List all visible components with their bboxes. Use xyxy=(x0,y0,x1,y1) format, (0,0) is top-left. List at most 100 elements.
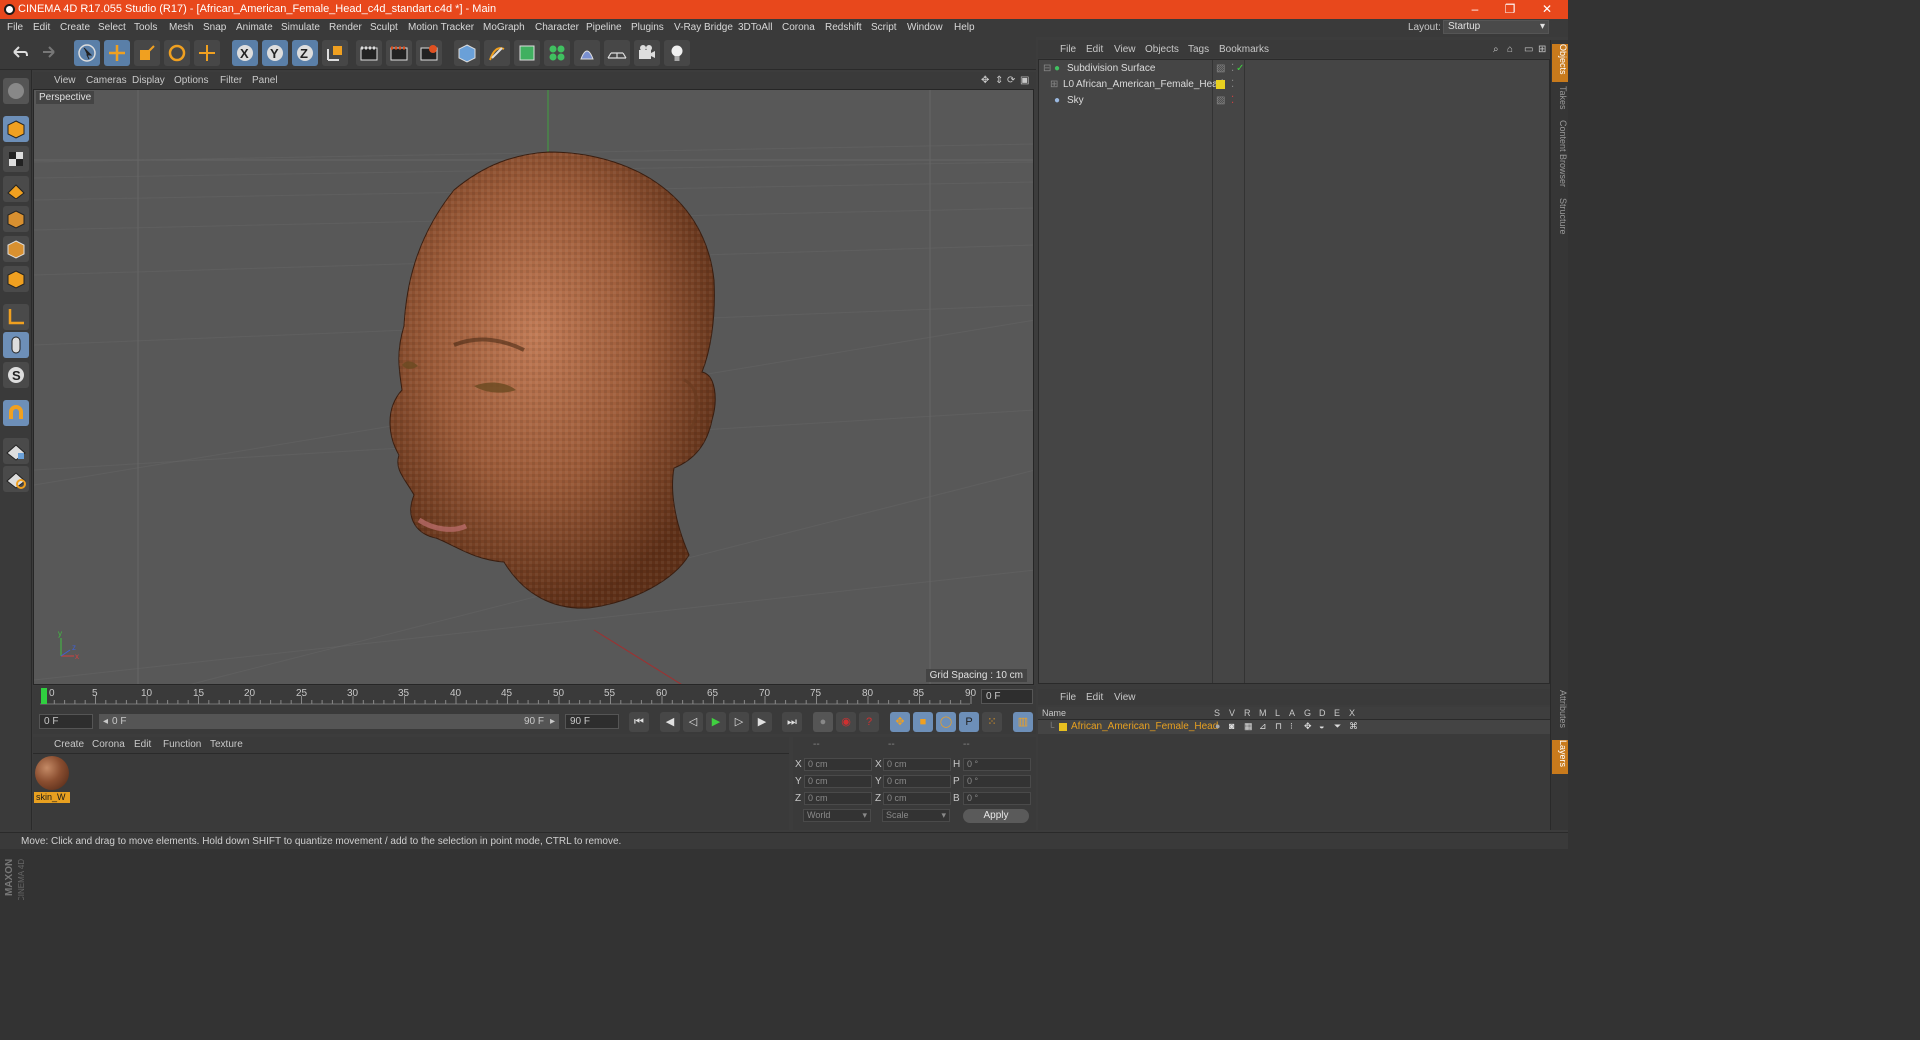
menu-character[interactable]: Character xyxy=(535,22,579,33)
menu-redshift[interactable]: Redshift xyxy=(825,22,862,33)
size-z-field[interactable]: 0 cm xyxy=(883,792,951,805)
apply-button[interactable]: Apply xyxy=(963,809,1029,823)
next-key-button[interactable]: ▶ xyxy=(752,712,772,732)
coordinate-system-button[interactable] xyxy=(322,40,348,66)
magnet-tool-button[interactable] xyxy=(3,400,29,426)
position-y-field[interactable]: 0 cm xyxy=(804,775,872,788)
size-x-field[interactable]: 0 cm xyxy=(883,758,951,771)
layer-color-swatch[interactable] xyxy=(1059,723,1067,731)
deformer-button[interactable] xyxy=(574,40,600,66)
object-menu-file[interactable]: File xyxy=(1060,44,1076,55)
layer-menu-file[interactable]: File xyxy=(1060,692,1076,703)
view-toggle-icon[interactable]: ◙ xyxy=(1229,721,1234,731)
go-to-end-button[interactable]: ⏭ xyxy=(782,712,802,732)
object-row[interactable]: ⊞ L0 African_American_Female_Head ⁚ xyxy=(1039,77,1549,93)
visibility-dots-icon[interactable]: ⁚ xyxy=(1231,95,1234,106)
viewport-zoom-icon[interactable]: ⇕ xyxy=(995,75,1003,86)
material-menu-function[interactable]: Function xyxy=(163,739,201,750)
solo-toggle-icon[interactable]: ● xyxy=(1215,721,1220,731)
material-menu-create[interactable]: Create xyxy=(54,739,84,750)
expand-icon[interactable]: ⊞ xyxy=(1538,44,1546,55)
undo-button[interactable] xyxy=(6,40,32,66)
viewport-maximize-icon[interactable]: ▣ xyxy=(1020,75,1029,86)
deformer-toggle-icon[interactable]: ◒ xyxy=(1319,721,1324,731)
previous-key-button[interactable]: ◀ xyxy=(660,712,680,732)
menu-file[interactable]: File xyxy=(7,22,23,33)
tab-attributes[interactable]: Attributes xyxy=(1552,690,1568,738)
planar-workplane-button[interactable] xyxy=(3,466,29,492)
floor-button[interactable] xyxy=(604,40,630,66)
menu-3dtoall[interactable]: 3DToAll xyxy=(738,22,772,33)
redo-button[interactable] xyxy=(36,40,62,66)
menu-script[interactable]: Script xyxy=(871,22,897,33)
y-axis-lock[interactable]: Y xyxy=(262,40,288,66)
autokeying-button[interactable]: ◉ xyxy=(836,712,856,732)
minimize-button[interactable]: – xyxy=(1460,0,1490,19)
viewport-rotate-icon[interactable]: ⟳ xyxy=(1007,75,1015,86)
xref-toggle-icon[interactable]: ⌘ xyxy=(1349,721,1358,732)
size-y-field[interactable]: 0 cm xyxy=(883,775,951,788)
current-frame-field[interactable]: 0 F xyxy=(981,689,1033,704)
search-icon[interactable]: ⌕ xyxy=(1493,44,1499,55)
position-x-field[interactable]: 0 cm xyxy=(804,758,872,771)
viewport-menu-cameras[interactable]: Cameras xyxy=(86,75,127,86)
scale-tool[interactable] xyxy=(134,40,160,66)
record-active-objects-button[interactable]: ● xyxy=(813,712,833,732)
menu-edit[interactable]: Edit xyxy=(33,22,50,33)
tab-content-browser[interactable]: Content Browser xyxy=(1552,120,1568,192)
tab-structure[interactable]: Structure xyxy=(1552,198,1568,242)
polygons-mode-button[interactable] xyxy=(3,266,29,292)
play-forward-button[interactable]: ▶ xyxy=(706,712,726,732)
layout-dropdown[interactable]: Startup ▾ xyxy=(1443,20,1549,34)
object-menu-view[interactable]: View xyxy=(1114,44,1136,55)
edges-mode-button[interactable] xyxy=(3,236,29,262)
menu-vray-bridge[interactable]: V-Ray Bridge xyxy=(674,22,733,33)
locked-workplane-button[interactable] xyxy=(3,438,29,464)
keyframe-selection-button[interactable]: ? xyxy=(859,712,879,732)
menu-tools[interactable]: Tools xyxy=(134,22,157,33)
object-menu-edit[interactable]: Edit xyxy=(1086,44,1103,55)
camera-button[interactable] xyxy=(634,40,660,66)
menu-pipeline[interactable]: Pipeline xyxy=(586,22,622,33)
spline-pen-button[interactable] xyxy=(484,40,510,66)
lock-toggle-icon[interactable]: ⊓ xyxy=(1275,721,1282,732)
render-toggle-icon[interactable]: ▦ xyxy=(1244,721,1253,732)
material-swatch[interactable]: skin_W xyxy=(33,754,73,804)
key-scale-button[interactable]: ■ xyxy=(913,712,933,732)
viewport-menu-display[interactable]: Display xyxy=(132,75,165,86)
viewport-menu-options[interactable]: Options xyxy=(174,75,208,86)
rotation-p-field[interactable]: 0 ° xyxy=(963,775,1031,788)
menu-sculpt[interactable]: Sculpt xyxy=(370,22,398,33)
object-row[interactable]: ⊟ ● Subdivision Surface ▨ ⁚ ✓ xyxy=(1039,61,1549,77)
layer-menu-view[interactable]: View xyxy=(1114,692,1136,703)
enable-axis-button[interactable] xyxy=(3,304,29,330)
object-menu-objects[interactable]: Objects xyxy=(1145,44,1179,55)
z-axis-lock[interactable]: Z xyxy=(292,40,318,66)
key-parameter-button[interactable]: P xyxy=(959,712,979,732)
recent-tool[interactable] xyxy=(194,40,220,66)
render-to-picture-viewer-button[interactable] xyxy=(386,40,412,66)
end-frame-field[interactable]: 90 F xyxy=(565,714,619,729)
collapse-icon[interactable]: ⊟ xyxy=(1043,63,1051,74)
layer-color-swatch[interactable] xyxy=(1216,80,1225,89)
new-view-icon[interactable]: ▭ xyxy=(1524,44,1533,55)
home-icon[interactable]: ⌂ xyxy=(1507,44,1513,55)
layer-row[interactable]: └ African_American_Female_Head ● ◙ ▦ ⊿ ⊓… xyxy=(1038,720,1550,734)
viewport-menu-view[interactable]: View xyxy=(54,75,76,86)
layer-menu-edit[interactable]: Edit xyxy=(1086,692,1103,703)
workplane-mode-button[interactable] xyxy=(3,176,29,202)
timeline-ruler[interactable]: 0 5 10 15 20 25 30 35 40 45 50 55 60 65 … xyxy=(33,686,1036,710)
menu-render[interactable]: Render xyxy=(329,22,362,33)
material-menu-texture[interactable]: Texture xyxy=(210,739,243,750)
animation-toggle-icon[interactable]: ⁝ xyxy=(1290,721,1293,732)
menu-simulate[interactable]: Simulate xyxy=(281,22,320,33)
menu-help[interactable]: Help xyxy=(954,22,975,33)
cube-object-button[interactable] xyxy=(454,40,480,66)
menu-select[interactable]: Select xyxy=(98,22,126,33)
light-button[interactable] xyxy=(664,40,690,66)
rotate-tool[interactable] xyxy=(164,40,190,66)
key-pla-button[interactable]: ⁙ xyxy=(982,712,1002,732)
live-selection-tool[interactable] xyxy=(74,40,100,66)
3d-viewport[interactable]: y x z Perspective Grid Spacing : 10 cm xyxy=(33,89,1034,685)
generator-toggle-icon[interactable]: ✥ xyxy=(1304,721,1312,732)
